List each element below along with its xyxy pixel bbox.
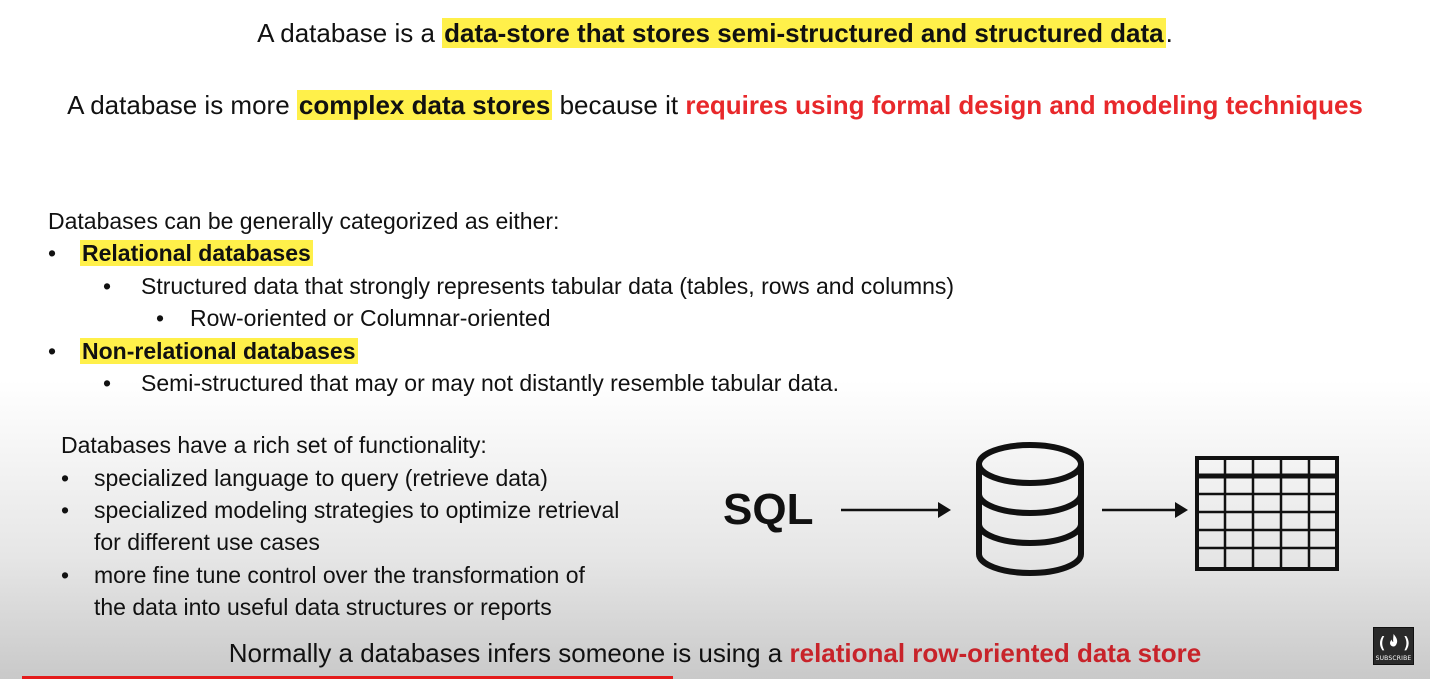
list-item-relational-detail: • Structured data that strongly represent… bbox=[103, 273, 954, 300]
functionality-item-3b: the data into useful data structures or … bbox=[94, 594, 552, 620]
bottom-emphasis: relational row-oriented data store bbox=[789, 638, 1202, 668]
bottom-prefix: Normally a databases infers someone is u… bbox=[228, 638, 790, 668]
sql-label: SQL bbox=[723, 485, 814, 534]
list-item-functionality-3: • more fine tune control over the transfo… bbox=[61, 562, 585, 589]
svg-text:): ) bbox=[1402, 633, 1412, 652]
subscribe-caption: SUBSCRIBE bbox=[1375, 655, 1412, 662]
headline-definition: A database is a data-store that stores s… bbox=[0, 18, 1430, 49]
relational-detail: Structured data that strongly represents… bbox=[141, 273, 955, 299]
headline2-highlight: complex data stores bbox=[296, 90, 553, 120]
headline2-emphasis: requires using formal design and modelin… bbox=[685, 90, 1363, 120]
list-item-relational-subdetail: • Row-oriented or Columnar-oriented bbox=[156, 305, 551, 332]
headline2-prefix: A database is more bbox=[67, 90, 297, 120]
headline1-prefix: A database is a bbox=[257, 18, 443, 48]
headline1-suffix: . bbox=[1165, 18, 1173, 48]
bullet-dot: • bbox=[103, 273, 112, 299]
arrow-right-icon bbox=[1102, 502, 1188, 518]
nonrelational-detail: Semi-structured that may or may not dist… bbox=[141, 370, 839, 396]
list-item-relational: • Relational databases bbox=[48, 240, 313, 267]
bullet-dot: • bbox=[48, 338, 57, 364]
headline-complexity: A database is more complex data stores b… bbox=[0, 90, 1430, 121]
bottom-summary: Normally a databases infers someone is u… bbox=[0, 638, 1430, 669]
relational-label: Relational databases bbox=[80, 240, 313, 266]
categories-intro: Databases can be generally categorized a… bbox=[48, 208, 560, 234]
nonrelational-label: Non-relational databases bbox=[80, 338, 358, 364]
relational-subdetail: Row-oriented or Columnar-oriented bbox=[190, 305, 551, 331]
bullet-dot: • bbox=[61, 497, 70, 523]
arrow-right-icon bbox=[841, 502, 951, 518]
bullet-dot: • bbox=[61, 465, 70, 491]
bullet-dot: • bbox=[48, 240, 57, 266]
fire-icon: ( ) bbox=[1377, 633, 1412, 652]
bullet-dot: • bbox=[61, 562, 70, 588]
svg-text:(: ( bbox=[1377, 633, 1387, 652]
headline2-middle: because it bbox=[552, 90, 686, 120]
functionality-item-3a: more fine tune control over the transfor… bbox=[94, 562, 585, 588]
list-item-nonrelational: • Non-relational databases bbox=[48, 338, 358, 365]
headline1-highlight: data-store that stores semi-structured a… bbox=[442, 18, 1166, 48]
list-item-functionality-2: • specialized modeling strategies to opti… bbox=[61, 497, 619, 524]
functionality-item-1: specialized language to query (retrieve … bbox=[94, 465, 548, 491]
bullet-dot: • bbox=[156, 305, 165, 331]
list-item-functionality-1: • specialized language to query (retrieve… bbox=[61, 465, 548, 492]
functionality-item-2b: for different use cases bbox=[94, 529, 320, 555]
database-cylinder-icon bbox=[976, 442, 1084, 576]
functionality-intro: Databases have a rich set of functionali… bbox=[61, 432, 487, 458]
bullet-dot: • bbox=[103, 370, 112, 396]
subscribe-logo[interactable]: ( ) SUBSCRIBE bbox=[1373, 627, 1414, 665]
sql-flow-diagram bbox=[841, 442, 1339, 576]
functionality-item-2a: specialized modeling strategies to optim… bbox=[94, 497, 620, 523]
list-item-nonrelational-detail: • Semi-structured that may or may not dis… bbox=[103, 370, 839, 397]
table-grid-icon bbox=[1195, 456, 1339, 571]
